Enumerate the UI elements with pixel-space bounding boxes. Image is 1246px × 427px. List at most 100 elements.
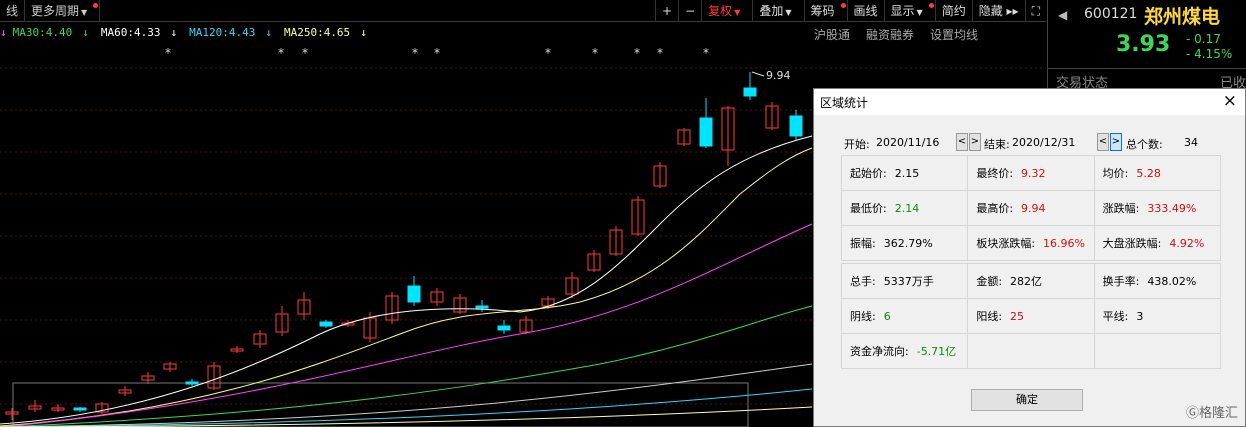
toolbar-button-label: 简约: [941, 4, 966, 18]
more-period-dropdown[interactable]: 更多周期 ▼: [25, 0, 101, 22]
toolbar-button-label: 显示: [890, 4, 915, 18]
ma-value: MA120:4.43: [189, 26, 256, 39]
event-star-icon: *: [434, 46, 440, 60]
ma-legend-arrow: ↓: [0, 26, 7, 39]
event-star-icon: *: [545, 46, 551, 60]
chevron-down-icon: ▼: [81, 8, 88, 17]
stats-cell: 涨跌幅: 333.49%: [1093, 190, 1222, 226]
stats-cell: [1093, 333, 1222, 369]
stats-row: 阴线: 6 阳线: 25 平线: 3: [840, 298, 1222, 334]
toolbar-right: + − 复权 ▼ 叠加 ▼ 筹码 画线 显示 ▼ 简约 隐藏 ▸▸ ⛶: [655, 0, 1046, 22]
stats-label: 涨跌幅:: [1102, 202, 1140, 215]
stats-label: 最低价:: [850, 202, 887, 215]
notification-dot: [93, 3, 99, 8]
start-label: 开始:: [844, 138, 870, 151]
toolbar-button-8[interactable]: 隐藏 ▸▸: [971, 0, 1025, 22]
candle-body: [73, 407, 87, 411]
stats-label: 平线:: [1102, 310, 1129, 323]
ma-legend-item: MA60:4.33 ↓: [101, 26, 183, 42]
candle-body: [185, 381, 199, 385]
stats-label: 资金净流向:: [850, 345, 909, 358]
stats-value: 362.79%: [883, 237, 933, 250]
toolbar-button-2[interactable]: 复权 ▼: [701, 0, 752, 22]
event-star-icon: *: [634, 46, 640, 60]
candle-body: [743, 87, 757, 97]
stats-label: 阴线:: [850, 310, 876, 323]
stats-value: 25: [1010, 310, 1025, 323]
prev-stock-icon[interactable]: ◀: [1058, 8, 1067, 22]
count-label: 总个数:: [1126, 138, 1163, 151]
event-star-icon: *: [657, 46, 663, 60]
stats-row: 最低价: 2.14 最高价: 9.94 涨跌幅: 333.49%: [840, 190, 1222, 226]
start-prev-button[interactable]: <: [956, 133, 968, 151]
ma-legend-item: MA30:4.40 ↓: [13, 26, 95, 42]
ma-legend-item: MA250:4.65 ↓: [284, 26, 373, 42]
toolbar-button-label: 筹码: [810, 4, 835, 18]
toolbar-button-1[interactable]: −: [678, 0, 701, 22]
toolbar-button-3[interactable]: 叠加 ▼: [752, 0, 803, 22]
stats-value: 4.92%: [1169, 237, 1205, 250]
stats-label: 总手:: [850, 275, 876, 288]
toolbar-button-label: ⛶: [1031, 4, 1040, 18]
stats-label: 阳线:: [976, 310, 1003, 323]
toolbar-button-6[interactable]: 显示 ▼: [883, 0, 935, 22]
dialog-titlebar: 区域统计 ×: [814, 89, 1245, 115]
stats-value: -5.71亿: [916, 345, 957, 358]
stats-label: 大盘涨跌幅:: [1102, 237, 1162, 250]
candle-body: [699, 117, 713, 147]
tab-margin-trading[interactable]: 融资融券: [866, 26, 914, 43]
candle-body: [789, 115, 803, 137]
arrow-down-icon: ↓: [82, 26, 89, 39]
stats-cell: 总手: 5337万手: [840, 263, 969, 299]
stats-value: 6: [883, 310, 891, 323]
ma-legend-item: MA120:4.43 ↓: [189, 26, 278, 42]
event-star-icon: *: [412, 46, 418, 60]
ma20-line: [0, 223, 813, 427]
stats-cell: 最终价: 9.32: [967, 155, 1095, 191]
event-star-icon: *: [592, 46, 598, 60]
end-date: 2020/12/31: [1012, 136, 1076, 149]
stats-cell: 振幅: 362.79%: [840, 225, 969, 261]
peak-price-label: 9.94: [766, 69, 791, 82]
stats-cell: 大盘涨跌幅: 4.92%: [1093, 225, 1222, 261]
watermark: Ⓖ格隆汇: [1185, 406, 1238, 421]
sub-tabs: 沪股通 融资融券 设置均线: [798, 26, 978, 43]
tab-set-ma[interactable]: 设置均线: [930, 26, 978, 43]
stats-label: 最终价:: [976, 167, 1014, 180]
toolbar-button-4[interactable]: 筹码: [803, 0, 847, 22]
stats-cell: 板块涨跌幅: 16.96%: [967, 225, 1095, 261]
notification-dot: [928, 3, 934, 8]
stats-value: 5337万手: [883, 275, 934, 288]
candle-body: [475, 305, 489, 309]
candle-body: [407, 285, 421, 303]
change-percent: - 4.15%: [1186, 47, 1233, 61]
stats-row: 资金净流向: -5.71亿: [840, 333, 1222, 369]
ma-legend: ↓ MA30:4.40 ↓ MA60:4.33 ↓ MA120:4.43 ↓ MA250:4…: [0, 26, 379, 42]
toolbar-button-label: 复权: [708, 4, 733, 18]
stats-value: 2.15: [894, 167, 920, 180]
stock-code: 600121: [1084, 6, 1138, 22]
ma-value: MA60:4.33: [100, 26, 161, 39]
stats-cell: 起始价: 2.15: [840, 155, 969, 191]
stats-value: 438.02%: [1147, 275, 1197, 288]
tab-hk-connect[interactable]: 沪股通: [814, 26, 850, 43]
stock-name: 郑州煤电: [1144, 6, 1221, 28]
ok-button[interactable]: 确定: [971, 389, 1083, 411]
close-icon[interactable]: ×: [1223, 91, 1237, 111]
stats-cell: 最低价: 2.14: [840, 190, 969, 226]
dialog-title: 区域统计: [820, 96, 869, 110]
stats-cell: [967, 333, 1095, 369]
toolbar-button-9[interactable]: ⛶: [1024, 0, 1046, 22]
end-next-button[interactable]: >: [1110, 133, 1122, 151]
chevron-down-icon: ▼: [916, 8, 923, 17]
end-prev-button[interactable]: <: [1097, 133, 1109, 151]
end-label: 结束:: [984, 138, 1010, 151]
toolbar-button-0[interactable]: +: [655, 0, 678, 22]
stats-row: 起始价: 2.15 最终价: 9.32 均价: 5.28: [840, 155, 1222, 191]
period-line-tab[interactable]: 线: [0, 0, 26, 22]
toolbar-button-5[interactable]: 画线: [846, 0, 884, 22]
stats-cell: 均价: 5.28: [1093, 155, 1222, 191]
chevron-down-icon: ▼: [785, 8, 792, 17]
start-next-button[interactable]: >: [969, 133, 981, 151]
toolbar-button-7[interactable]: 简约: [934, 0, 972, 22]
